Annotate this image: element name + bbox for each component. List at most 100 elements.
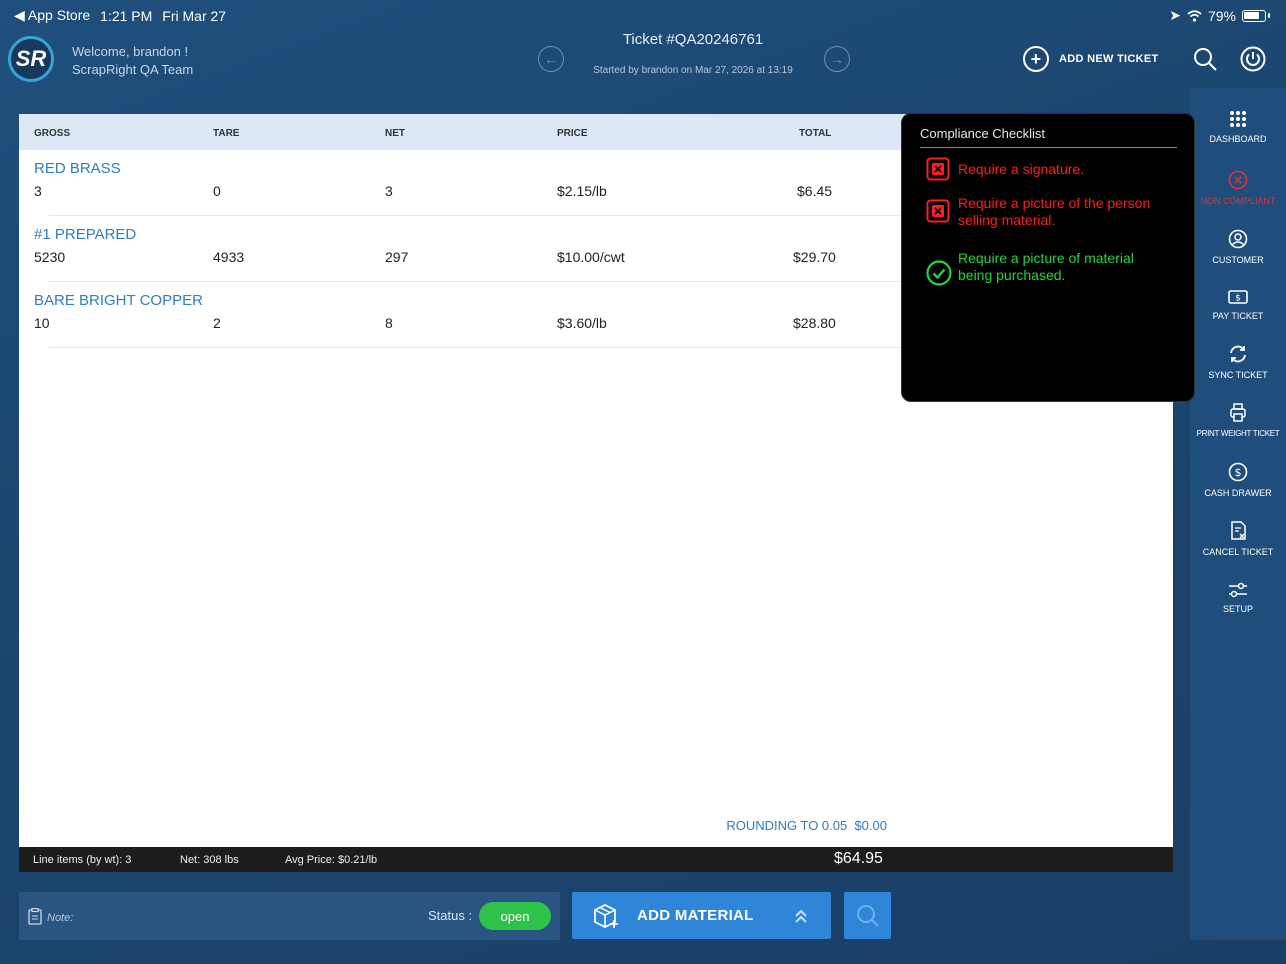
sidebar-item-pay-ticket[interactable]: $ PAY TICKET <box>1190 289 1286 321</box>
col-net: NET <box>385 128 405 139</box>
material-name: #1 PREPARED <box>34 226 137 243</box>
battery-icon <box>1242 9 1266 22</box>
passed-check-icon <box>926 260 952 286</box>
cash-icon: $ <box>1228 290 1248 304</box>
checklist-text: Require a signature. <box>958 161 1085 177</box>
material-name: RED BRASS <box>34 160 121 177</box>
status-time: 1:21 PM <box>100 7 153 24</box>
net-value: 297 <box>385 249 409 265</box>
net-weight: Net: 308 lbs <box>180 854 239 866</box>
rounding-label: ROUNDING TO 0.05 <box>726 818 848 833</box>
svg-text:$: $ <box>1235 294 1241 304</box>
col-total: TOTAL <box>799 128 832 139</box>
sync-icon <box>1230 345 1246 363</box>
team-name: ScrapRight QA Team <box>72 62 194 77</box>
rounding-value: $0.00 <box>854 818 887 833</box>
sidebar-item-non-compliant[interactable]: NON COMPLIANT <box>1190 170 1286 206</box>
tare-value: 2 <box>213 315 221 331</box>
grid-icon <box>1230 111 1246 127</box>
ticket-total: $64.95 <box>834 850 883 867</box>
cancel-doc-icon <box>1231 521 1246 540</box>
popup-title: Compliance Checklist <box>920 126 1045 141</box>
total-value: $6.45 <box>797 183 833 199</box>
gross-value: 3 <box>34 183 42 199</box>
sidebar-item-sync-ticket[interactable]: SYNC TICKET <box>1190 344 1286 380</box>
x-circle-icon <box>1228 170 1248 190</box>
right-sidebar: DASHBOARD NON COMPLIANT CUSTOMER $ PAY T… <box>1190 88 1286 940</box>
price-value: $3.60/lb <box>557 315 607 331</box>
tare-value: 4933 <box>213 249 245 265</box>
status-badge[interactable]: open <box>479 902 551 930</box>
plus-circle-icon: + <box>1023 46 1049 72</box>
sidebar-item-cash-drawer[interactable]: $ CASH DRAWER <box>1190 462 1286 498</box>
summary-bar: Line items (by wt): 3 Net: 308 lbs Avg P… <box>19 847 1173 872</box>
tare-value: 0 <box>213 183 221 199</box>
sidebar-label: PAY TICKET <box>1212 311 1264 321</box>
note-label: Note: <box>47 912 74 924</box>
line-items-count: Line items (by wt): 3 <box>33 854 132 866</box>
status-bar: ◀ App Store 1:21 PM Fri Mar 27 ➤ 79% <box>0 0 1286 30</box>
sidebar-label: CASH DRAWER <box>1204 488 1272 498</box>
double-chevron-up-icon[interactable] <box>794 908 808 924</box>
checklist-item: Require a picture of material being purc… <box>926 250 1134 289</box>
location-icon: ➤ <box>1169 7 1181 23</box>
status-label: Status : <box>428 908 473 923</box>
avg-price: Avg Price: $0.21/lb <box>285 854 378 866</box>
failed-check-icon <box>926 157 950 181</box>
add-ticket-label: ADD NEW TICKET <box>1059 53 1159 65</box>
checklist-text: Require a picture of the person selling … <box>958 195 1151 228</box>
net-value: 8 <box>385 315 393 331</box>
col-tare: TARE <box>213 128 240 139</box>
compliance-checklist-popup: Compliance Checklist Require a signature… <box>901 113 1195 402</box>
rounding-line: ROUNDING TO 0.05 $0.00 <box>726 818 887 833</box>
col-gross: GROSS <box>34 128 71 139</box>
back-to-app[interactable]: ◀ App Store <box>14 7 90 24</box>
gross-value: 5230 <box>34 249 66 265</box>
sidebar-label: SETUP <box>1222 604 1253 614</box>
sidebar-label: CANCEL TICKET <box>1202 547 1274 557</box>
ticket-subtitle: Started by brandon on Mar 27, 2026 at 13… <box>593 65 793 76</box>
failed-check-icon <box>926 199 950 223</box>
add-new-ticket-button[interactable]: + ADD NEW TICKET <box>1023 46 1159 72</box>
sidebar-label: NON COMPLIANT <box>1200 196 1276 206</box>
search-material-button[interactable] <box>844 892 891 939</box>
welcome-block: Welcome, brandon ! ScrapRight QA Team <box>72 43 193 79</box>
sidebar-label: DASHBOARD <box>1209 134 1267 144</box>
search-icon[interactable] <box>1192 46 1218 72</box>
note-field[interactable]: Note: Status : open <box>19 892 560 940</box>
checklist-text: Require a picture of material being purc… <box>958 250 1134 283</box>
sidebar-item-dashboard[interactable]: DASHBOARD <box>1190 110 1286 144</box>
col-price: PRICE <box>557 128 588 139</box>
sidebar-label: CUSTOMER <box>1212 255 1264 265</box>
price-value: $2.15/lb <box>557 183 607 199</box>
net-value: 3 <box>385 183 393 199</box>
app-logo: SR <box>8 36 54 82</box>
welcome-text: Welcome, brandon ! <box>72 44 189 59</box>
svg-text:$: $ <box>1235 466 1242 479</box>
next-ticket-arrow-icon[interactable]: → <box>824 46 850 72</box>
wifi-icon <box>1187 9 1202 22</box>
total-value: $29.70 <box>793 249 836 265</box>
back-app-label: App Store <box>27 7 91 23</box>
material-name: BARE BRIGHT COPPER <box>34 292 203 309</box>
sidebar-label: SYNC TICKET <box>1208 370 1268 380</box>
sidebar-item-print-weight-ticket[interactable]: PRINT WEIGHT TICKET <box>1190 403 1286 438</box>
sidebar-item-customer[interactable]: CUSTOMER <box>1190 229 1286 265</box>
sidebar-item-setup[interactable]: SETUP <box>1190 582 1286 614</box>
sidebar-item-cancel-ticket[interactable]: CANCEL TICKET <box>1190 521 1286 557</box>
battery-percent: 79% <box>1207 7 1236 24</box>
dollar-circle-icon: $ <box>1228 462 1248 482</box>
power-icon[interactable] <box>1240 46 1266 72</box>
add-material-label: ADD MATERIAL <box>637 907 754 924</box>
price-value: $10.00/cwt <box>557 249 625 265</box>
checklist-item: Require a signature. <box>926 157 1084 184</box>
divider <box>920 147 1177 148</box>
checklist-item: Require a picture of the person selling … <box>926 195 1150 228</box>
search-icon <box>856 904 879 927</box>
gross-value: 10 <box>34 315 50 331</box>
status-date: Fri Mar 27 <box>162 7 227 24</box>
total-value: $28.80 <box>793 315 836 331</box>
add-material-button[interactable]: ADD MATERIAL <box>572 892 831 939</box>
user-circle-icon <box>1228 229 1248 249</box>
box-icon <box>594 903 618 929</box>
